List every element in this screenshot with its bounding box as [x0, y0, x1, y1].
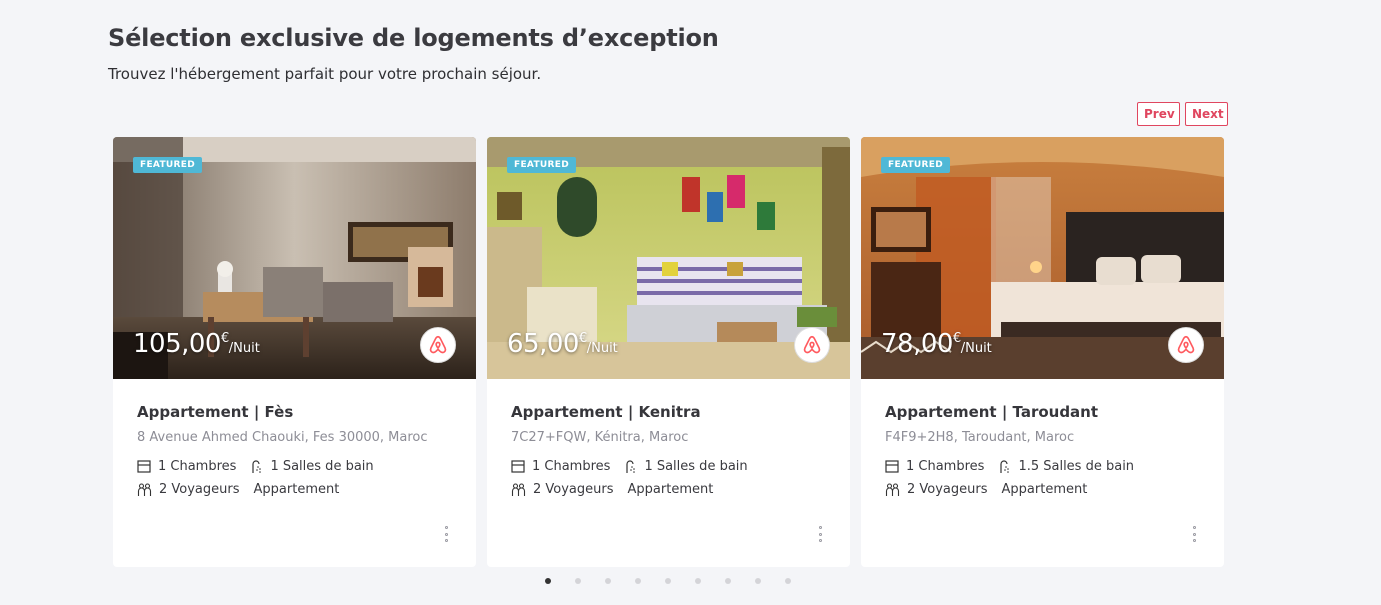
property-type: Appartement [253, 482, 340, 497]
guests-info: 2 Voyageurs [885, 482, 988, 497]
price: 78,00€/Nuit [881, 329, 992, 359]
listing-address: F4F9+2H8, Taroudant, Maroc [885, 430, 1075, 445]
more-options-icon[interactable] [816, 526, 824, 542]
listing-title[interactable]: Appartement | Taroudant [885, 403, 1200, 421]
shower-icon [1000, 459, 1010, 473]
listing-address: 8 Avenue Ahmed Chaouki, Fes 30000, Maroc [137, 430, 428, 445]
featured-badge: FEATURED [133, 157, 202, 173]
carousel-dot[interactable] [635, 578, 641, 584]
price: 65,00€/Nuit [507, 329, 618, 359]
guests-info: 2 Voyageurs [137, 482, 240, 497]
featured-badge: FEATURED [881, 157, 950, 173]
listing-card-fes[interactable]: FEATURED 105,00€/Nuit Appartement | Fès … [113, 137, 476, 567]
property-type: Appartement [1001, 482, 1088, 497]
guests-icon [137, 482, 152, 496]
listing-card-taroudant[interactable]: FEATURED 78,00€/Nuit Appartement | Tarou… [861, 137, 1224, 567]
featured-badge: FEATURED [507, 157, 576, 173]
listing-photo[interactable]: FEATURED 78,00€/Nuit [861, 137, 1224, 379]
carousel-dot[interactable] [545, 578, 551, 584]
guests-icon [885, 482, 900, 496]
listing-title[interactable]: Appartement | Kenitra [511, 403, 826, 421]
carousel-dot[interactable] [755, 578, 761, 584]
section-subtitle: Trouvez l'hébergement parfait pour votre… [108, 65, 542, 83]
listing-card-kenitra[interactable]: FEATURED 65,00€/Nuit Appartement | Kenit… [487, 137, 850, 567]
airbnb-icon[interactable] [794, 327, 830, 363]
next-button[interactable]: Next [1185, 102, 1228, 126]
carousel-dot[interactable] [665, 578, 671, 584]
bed-icon [885, 460, 899, 473]
airbnb-icon[interactable] [1168, 327, 1204, 363]
guests-icon [511, 482, 526, 496]
guests-info: 2 Voyageurs [511, 482, 614, 497]
bed-icon [511, 460, 525, 473]
carousel-dot[interactable] [605, 578, 611, 584]
airbnb-icon[interactable] [420, 327, 456, 363]
section-title: Sélection exclusive de logements d’excep… [108, 24, 719, 52]
carousel-dot[interactable] [575, 578, 581, 584]
listing-title[interactable]: Appartement | Fès [137, 403, 452, 421]
baths-info: 1.5 Salles de bain [998, 459, 1134, 474]
baths-info: 1 Salles de bain [624, 459, 748, 474]
shower-icon [626, 459, 636, 473]
property-type: Appartement [627, 482, 714, 497]
listing-address: 7C27+FQW, Kénitra, Maroc [511, 430, 689, 445]
rooms-info: 1 Chambres [137, 459, 236, 474]
bed-icon [137, 460, 151, 473]
rooms-info: 1 Chambres [885, 459, 984, 474]
rooms-info: 1 Chambres [511, 459, 610, 474]
carousel-dot[interactable] [695, 578, 701, 584]
carousel-dot[interactable] [725, 578, 731, 584]
more-options-icon[interactable] [1190, 526, 1198, 542]
prev-button[interactable]: Prev [1137, 102, 1180, 126]
price: 105,00€/Nuit [133, 329, 260, 359]
baths-info: 1 Salles de bain [250, 459, 374, 474]
carousel-dot[interactable] [785, 578, 791, 584]
more-options-icon[interactable] [442, 526, 450, 542]
carousel-pagination [545, 578, 815, 584]
shower-icon [252, 459, 262, 473]
listing-photo[interactable]: FEATURED 65,00€/Nuit [487, 137, 850, 379]
listing-photo[interactable]: FEATURED 105,00€/Nuit [113, 137, 476, 379]
